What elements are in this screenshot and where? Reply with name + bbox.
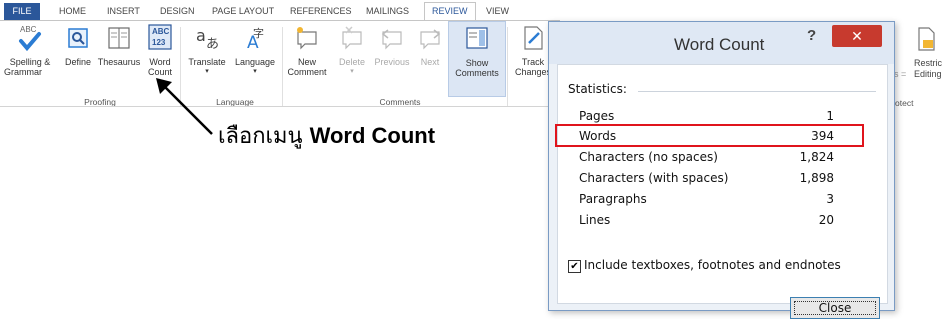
group-separator	[507, 27, 508, 107]
language-label: Language	[234, 57, 276, 67]
stat-value: 20	[818, 213, 834, 227]
next-comment-button[interactable]: Next	[414, 21, 446, 67]
stat-key: Characters (with spaces)	[579, 171, 729, 185]
stat-value: 1,824	[799, 150, 834, 164]
tab-page-layout[interactable]: PAGE LAYOUT	[210, 3, 276, 20]
translate-label: Translate	[188, 57, 226, 67]
restrict-editing-button[interactable]: Restric Editing s = otect	[893, 22, 942, 108]
show-comments-button[interactable]: Show Comments	[448, 21, 506, 97]
tab-file[interactable]: FILE	[4, 3, 40, 20]
define-label: Define	[64, 57, 91, 67]
track-changes-icon	[524, 26, 543, 50]
annotation-thai-text: เลือกเมนู	[218, 124, 303, 149]
define-button[interactable]: Define	[62, 21, 94, 67]
dialog-title-bar[interactable]: Word Count ? ✕	[549, 22, 894, 64]
tab-insert[interactable]: INSERT	[105, 3, 142, 20]
define-icon	[68, 28, 88, 48]
include-textboxes-checkbox[interactable]: ✔	[568, 260, 581, 273]
show-comments-label-line2: Comments	[455, 68, 499, 78]
new-comment-icon	[297, 27, 317, 50]
new-comment-label-line2: Comment	[287, 67, 327, 77]
annotation-bold-text: Word Count	[309, 123, 436, 148]
thesaurus-button[interactable]: Thesaurus	[95, 21, 143, 67]
language-button[interactable]: A 字 Language ▾	[232, 21, 278, 77]
next-label: Next	[420, 57, 440, 67]
show-comments-label-line1: Show	[465, 58, 489, 68]
previous-comment-button[interactable]: Previous	[372, 21, 412, 67]
svg-text:a: a	[196, 26, 206, 45]
previous-comment-icon	[381, 29, 402, 50]
ribbon-review: ABC Spelling & Grammar Define Thesaurus …	[0, 21, 560, 107]
ribbon-tab-bar: FILE HOME INSERT DESIGN PAGE LAYOUT REFE…	[0, 0, 942, 21]
delete-comment-button[interactable]: Delete ▾	[334, 21, 370, 77]
stat-key: Lines	[579, 213, 611, 227]
tab-mailings[interactable]: MAILINGS	[364, 3, 411, 20]
dialog-title: Word Count	[674, 35, 765, 54]
svg-text:ABC: ABC	[152, 27, 170, 36]
stat-key: Paragraphs	[579, 192, 647, 206]
ribbon-bottom-border	[0, 106, 560, 107]
stat-row: Characters (with spaces) 1,898	[579, 171, 834, 189]
words-highlight-box	[555, 124, 864, 147]
new-comment-button[interactable]: New Comment	[286, 21, 328, 77]
thesaurus-label: Thesaurus	[97, 57, 141, 67]
word-count-label-line1: Word	[149, 57, 171, 67]
spelling-grammar-button[interactable]: ABC Spelling & Grammar	[4, 21, 56, 77]
spellcheck-icon: ABC	[19, 25, 41, 52]
spelling-label-line1: Spelling &	[9, 57, 51, 67]
show-comments-icon	[466, 27, 488, 49]
stat-key: Characters (no spaces)	[579, 150, 718, 164]
dialog-body: Statistics: Pages 1 Words 394 Characters…	[557, 64, 888, 319]
svg-text:字: 字	[253, 26, 264, 40]
stat-row: Paragraphs 3	[579, 192, 834, 210]
delete-comment-icon	[342, 26, 362, 50]
delete-dropdown-icon[interactable]: ▾	[334, 67, 370, 77]
new-comment-label-line1: New	[297, 57, 316, 67]
stat-row: Lines 20	[579, 213, 834, 231]
protect-group-label: otect	[895, 98, 914, 108]
thesaurus-icon	[108, 27, 130, 49]
help-button[interactable]: ?	[807, 27, 816, 44]
word-count-icon: ABC 123	[148, 24, 172, 50]
close-icon[interactable]: ✕	[832, 25, 882, 47]
pointer-arrow	[156, 78, 213, 135]
tab-design[interactable]: DESIGN	[158, 3, 197, 20]
tab-home[interactable]: HOME	[57, 3, 88, 20]
annotation-caption: เลือกเมนู Word Count	[218, 118, 435, 153]
word-count-dialog: Word Count ? ✕ Statistics: Pages 1 Words…	[548, 21, 895, 319]
tab-view[interactable]: VIEW	[484, 3, 511, 20]
delete-label: Delete	[338, 57, 365, 67]
svg-text:123: 123	[152, 38, 166, 47]
restrict-editing-icon	[918, 27, 935, 51]
restrict-label-line2: Editing	[914, 69, 942, 79]
stat-row: Characters (no spaces) 1,824	[579, 150, 834, 168]
translate-icon: a あ	[196, 26, 219, 52]
svg-text:あ: あ	[206, 37, 219, 52]
tab-references[interactable]: REFERENCES	[288, 3, 354, 20]
stat-key: Pages	[579, 109, 615, 123]
statistics-label: Statistics:	[568, 82, 627, 96]
stat-value: 1	[826, 109, 834, 123]
include-textboxes-label[interactable]: Include textboxes, footnotes and endnote…	[584, 258, 841, 272]
s-fragment-label: s =	[894, 69, 907, 79]
next-comment-icon	[420, 29, 441, 50]
word-count-button[interactable]: ABC 123 Word Count	[144, 21, 176, 77]
group-separator	[282, 27, 283, 107]
previous-label: Previous	[374, 57, 410, 67]
statistics-rule	[638, 91, 876, 92]
tab-review[interactable]: REVIEW	[424, 2, 476, 21]
svg-text:ABC: ABC	[20, 25, 37, 34]
restrict-label-line1: Restric	[914, 58, 942, 68]
stat-value: 1,898	[799, 171, 834, 185]
translate-button[interactable]: a あ Translate ▾	[184, 21, 230, 77]
language-dropdown-icon[interactable]: ▾	[232, 67, 278, 77]
stat-value: 3	[826, 192, 834, 206]
language-icon: A 字	[247, 26, 264, 53]
spelling-label-line2: Grammar	[4, 67, 42, 77]
